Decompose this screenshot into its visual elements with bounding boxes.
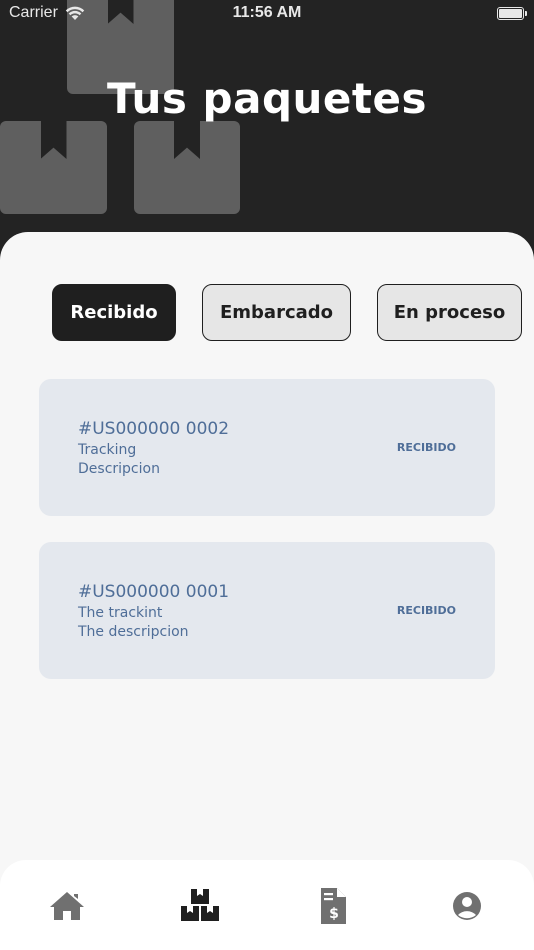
status-time: 11:56 AM	[232, 4, 302, 21]
tab-invoices[interactable]: $	[313, 886, 353, 926]
header: Carrier 11:56 AM Tus paquetes	[0, 0, 534, 250]
package-card[interactable]: #US000000 0002 Tracking Descripcion RECI…	[39, 379, 495, 516]
page-title: Tus paquetes	[107, 74, 427, 123]
package-card[interactable]: #US000000 0001 The trackint The descripc…	[39, 542, 495, 679]
packages-icon	[181, 889, 219, 921]
box-decoration-icon	[134, 121, 240, 214]
tab-home[interactable]	[47, 886, 87, 926]
profile-icon	[453, 892, 481, 920]
package-status: RECIBIDO	[396, 441, 456, 454]
battery-icon	[497, 7, 527, 20]
package-code: #US000000 0001	[78, 582, 230, 602]
filter-en-proceso-button[interactable]: En proceso	[377, 284, 522, 341]
box-decoration-icon	[0, 121, 107, 214]
package-description: Descripcion	[78, 461, 160, 477]
svg-text:$: $	[329, 906, 339, 922]
package-code: #US000000 0002	[78, 419, 230, 439]
tab-bar: $	[0, 860, 534, 950]
filter-embarcado-button[interactable]: Embarcado	[202, 284, 351, 341]
invoice-icon: $	[321, 888, 346, 924]
status-bar: Carrier 11:56 AM	[0, 0, 534, 28]
package-status: RECIBIDO	[396, 604, 456, 617]
package-description: The descripcion	[78, 624, 189, 640]
tab-profile[interactable]	[447, 886, 487, 926]
main-content: Recibido Embarcado En proceso #US000000 …	[0, 232, 534, 950]
package-tracking: Tracking	[78, 442, 137, 458]
filter-recibido-button[interactable]: Recibido	[52, 284, 176, 341]
package-tracking: The trackint	[78, 605, 163, 621]
home-icon	[50, 892, 84, 920]
tab-packages[interactable]	[180, 886, 220, 926]
